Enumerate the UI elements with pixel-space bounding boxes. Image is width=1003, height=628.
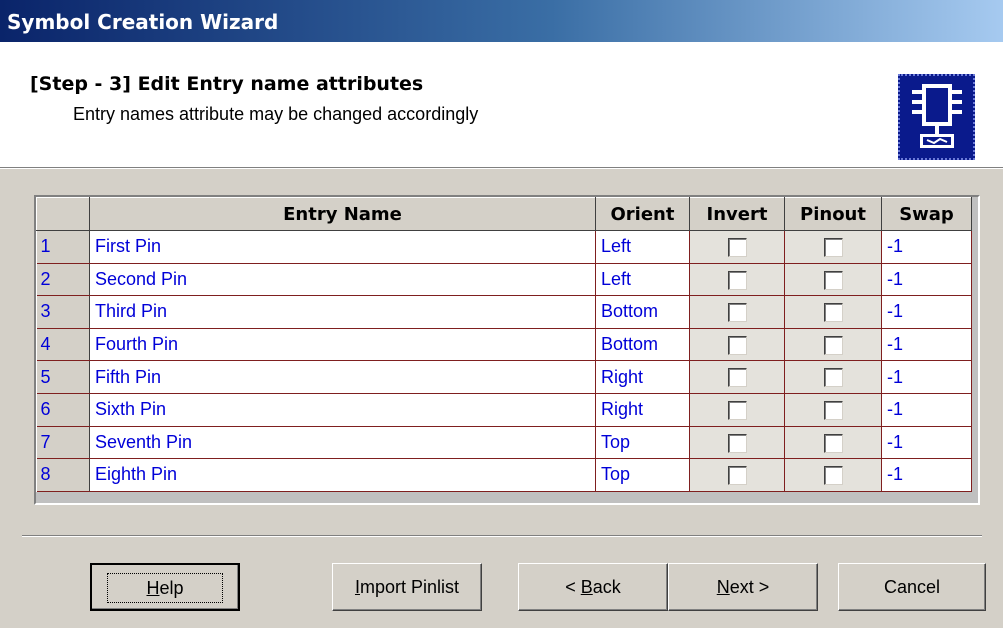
orient-cell[interactable]: Top bbox=[595, 426, 690, 460]
orient-cell[interactable]: Right bbox=[595, 360, 690, 394]
invert-cell bbox=[689, 393, 785, 427]
entry-name-cell[interactable]: Fifth Pin bbox=[89, 360, 596, 394]
column-header-orient[interactable]: Orient bbox=[595, 197, 690, 231]
step-subtitle: Entry names attribute may be changed acc… bbox=[73, 104, 479, 124]
invert-checkbox[interactable] bbox=[727, 401, 747, 421]
pinout-checkbox[interactable] bbox=[823, 303, 843, 323]
orient-cell[interactable]: Left bbox=[595, 230, 690, 264]
chip-symbol-icon bbox=[898, 74, 975, 160]
entry-grid[interactable]: Entry Name Orient Invert Pinout Swap 1 Fi… bbox=[34, 195, 980, 505]
pinout-cell bbox=[784, 360, 882, 394]
invert-checkbox[interactable] bbox=[727, 466, 747, 486]
invert-checkbox[interactable] bbox=[727, 433, 747, 453]
pinout-cell bbox=[784, 393, 882, 427]
invert-checkbox[interactable] bbox=[727, 303, 747, 323]
row-number: 3 bbox=[36, 295, 90, 329]
row-number: 8 bbox=[36, 458, 90, 492]
swap-cell[interactable]: -1 bbox=[881, 426, 972, 460]
table-row[interactable]: 5 Fifth Pin Right -1 bbox=[36, 360, 972, 394]
entry-name-cell[interactable]: Eighth Pin bbox=[89, 458, 596, 492]
orient-cell[interactable]: Left bbox=[595, 263, 690, 297]
column-header-invert[interactable]: Invert bbox=[689, 197, 785, 231]
invert-cell bbox=[689, 328, 785, 362]
row-number: 5 bbox=[36, 360, 90, 394]
table-row[interactable]: 6 Sixth Pin Right -1 bbox=[36, 393, 972, 427]
column-header-index bbox=[36, 197, 90, 231]
window-title: Symbol Creation Wizard bbox=[7, 10, 279, 34]
button-separator bbox=[22, 535, 982, 537]
orient-cell[interactable]: Top bbox=[595, 458, 690, 492]
next-button[interactable]: Next > bbox=[668, 563, 818, 611]
pinout-cell bbox=[784, 426, 882, 460]
table-row[interactable]: 2 Second Pin Left -1 bbox=[36, 263, 972, 297]
column-header-pinout[interactable]: Pinout bbox=[784, 197, 882, 231]
swap-cell[interactable]: -1 bbox=[881, 360, 972, 394]
invert-checkbox[interactable] bbox=[727, 335, 747, 355]
invert-cell bbox=[689, 295, 785, 329]
entry-name-cell[interactable]: First Pin bbox=[89, 230, 596, 264]
table-row[interactable]: 7 Seventh Pin Top -1 bbox=[36, 426, 972, 460]
entry-name-cell[interactable]: Fourth Pin bbox=[89, 328, 596, 362]
row-number: 7 bbox=[36, 426, 90, 460]
grid-header-row: Entry Name Orient Invert Pinout Swap bbox=[36, 197, 972, 231]
table-row[interactable]: 3 Third Pin Bottom -1 bbox=[36, 295, 972, 329]
swap-cell[interactable]: -1 bbox=[881, 328, 972, 362]
column-header-entry-name[interactable]: Entry Name bbox=[89, 197, 596, 231]
pinout-cell bbox=[784, 263, 882, 297]
swap-cell[interactable]: -1 bbox=[881, 458, 972, 492]
pinout-checkbox[interactable] bbox=[823, 270, 843, 290]
row-number: 6 bbox=[36, 393, 90, 427]
entry-name-cell[interactable]: Seventh Pin bbox=[89, 426, 596, 460]
column-header-swap[interactable]: Swap bbox=[881, 197, 972, 231]
pinout-checkbox[interactable] bbox=[823, 238, 843, 258]
row-number: 1 bbox=[36, 230, 90, 264]
pinout-cell bbox=[784, 230, 882, 264]
swap-cell[interactable]: -1 bbox=[881, 230, 972, 264]
header-separator bbox=[0, 168, 1003, 169]
invert-cell bbox=[689, 230, 785, 264]
invert-cell bbox=[689, 263, 785, 297]
step-title: [Step - 3] Edit Entry name attributes bbox=[30, 73, 424, 95]
pinout-checkbox[interactable] bbox=[823, 368, 843, 388]
orient-cell[interactable]: Right bbox=[595, 393, 690, 427]
import-pinlist-button[interactable]: Import Pinlist bbox=[332, 563, 482, 611]
orient-cell[interactable]: Bottom bbox=[595, 328, 690, 362]
table-row[interactable]: 8 Eighth Pin Top -1 bbox=[36, 458, 972, 492]
window-title-bar[interactable]: Symbol Creation Wizard bbox=[0, 0, 1003, 42]
invert-cell bbox=[689, 360, 785, 394]
row-number: 4 bbox=[36, 328, 90, 362]
help-button[interactable]: Help bbox=[90, 563, 240, 611]
pinout-cell bbox=[784, 458, 882, 492]
swap-cell[interactable]: -1 bbox=[881, 263, 972, 297]
pinout-cell bbox=[784, 328, 882, 362]
pinout-cell bbox=[784, 295, 882, 329]
orient-cell[interactable]: Bottom bbox=[595, 295, 690, 329]
pinout-checkbox[interactable] bbox=[823, 466, 843, 486]
table-row[interactable]: 4 Fourth Pin Bottom -1 bbox=[36, 328, 972, 362]
row-number: 2 bbox=[36, 263, 90, 297]
swap-cell[interactable]: -1 bbox=[881, 393, 972, 427]
swap-cell[interactable]: -1 bbox=[881, 295, 972, 329]
entry-name-cell[interactable]: Third Pin bbox=[89, 295, 596, 329]
cancel-button[interactable]: Cancel bbox=[838, 563, 986, 611]
pinout-checkbox[interactable] bbox=[823, 401, 843, 421]
entry-name-cell[interactable]: Sixth Pin bbox=[89, 393, 596, 427]
wizard-header: [Step - 3] Edit Entry name attributes En… bbox=[0, 42, 1003, 168]
invert-cell bbox=[689, 426, 785, 460]
table-row[interactable]: 1 First Pin Left -1 bbox=[36, 230, 972, 264]
invert-cell bbox=[689, 458, 785, 492]
entry-name-cell[interactable]: Second Pin bbox=[89, 263, 596, 297]
pinout-checkbox[interactable] bbox=[823, 335, 843, 355]
invert-checkbox[interactable] bbox=[727, 368, 747, 388]
pinout-checkbox[interactable] bbox=[823, 433, 843, 453]
invert-checkbox[interactable] bbox=[727, 238, 747, 258]
back-button[interactable]: < Back bbox=[518, 563, 668, 611]
invert-checkbox[interactable] bbox=[727, 270, 747, 290]
